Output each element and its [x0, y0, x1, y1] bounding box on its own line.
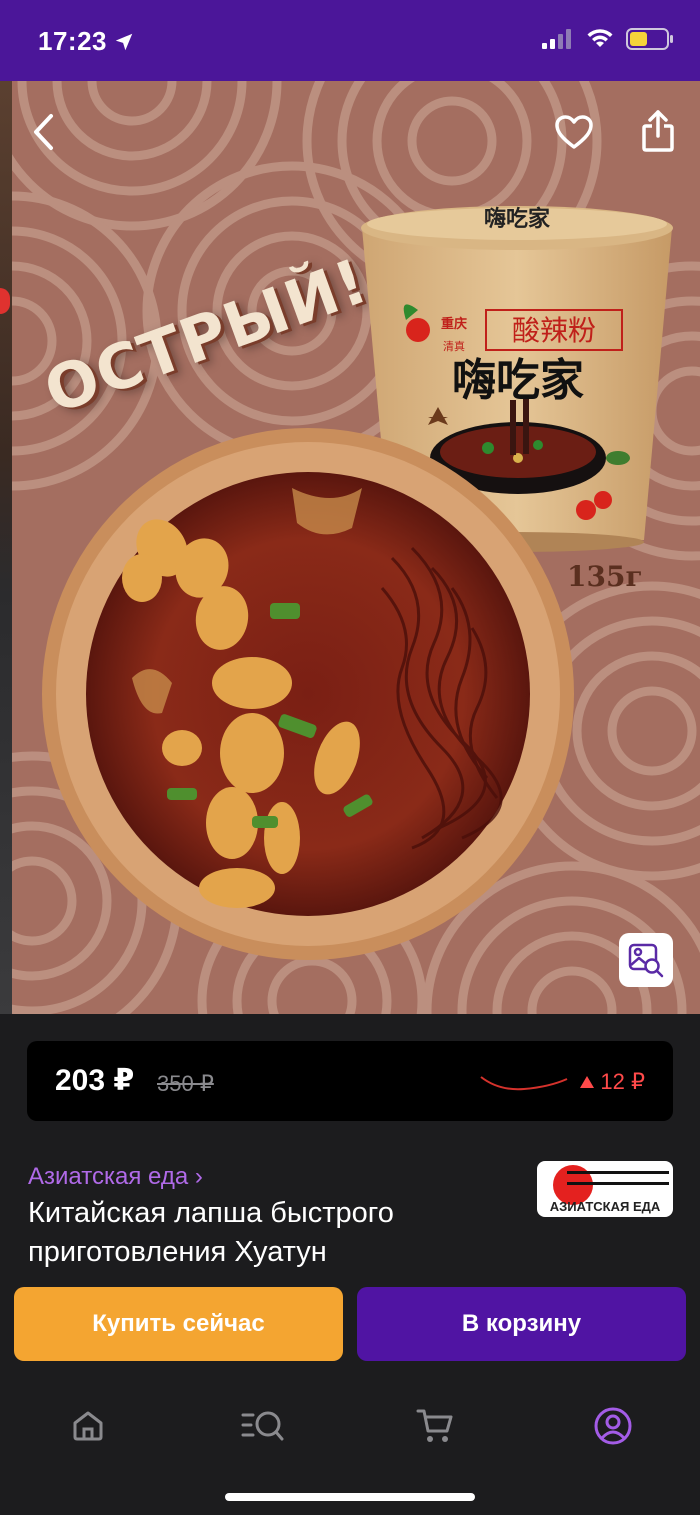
cup-badge: 重庆 [441, 316, 467, 332]
share-button[interactable] [634, 106, 682, 156]
image-search-icon [628, 943, 664, 978]
cup-brand-top: 嗨吃家 [484, 206, 551, 232]
triangle-up-icon [580, 1076, 595, 1088]
back-button[interactable] [22, 110, 66, 154]
add-to-cart-button[interactable]: В корзину [357, 1287, 686, 1361]
price-bar: 203 ₽ 350 ₽ 12 ₽ [27, 1041, 673, 1121]
battery-icon [626, 28, 673, 50]
buy-now-button[interactable]: Купить сейчас [14, 1287, 343, 1361]
cup-type: 酸辣粉 [512, 314, 596, 347]
heart-icon [555, 115, 593, 149]
price-change-value: 12 ₽ [600, 1069, 645, 1094]
brand-logo[interactable]: АЗИАТСКАЯ ЕДА [537, 1161, 673, 1217]
current-price: 203 ₽ [55, 1064, 135, 1097]
package-weight: 135г [567, 560, 643, 593]
back-arrow-icon [34, 114, 53, 150]
status-time: 17:23 [38, 26, 107, 56]
old-price: 350 ₽ [157, 1071, 214, 1096]
product-title: Китайская лапша быстрого приготовления Х… [28, 1197, 394, 1268]
cup-brand-main: 嗨吃家 [452, 355, 584, 406]
tab-cart[interactable] [405, 1396, 465, 1456]
price-change: 12 ₽ [580, 1069, 645, 1095]
previous-image-peek [0, 81, 12, 1014]
favorite-button[interactable] [550, 108, 598, 156]
status-time-group: 17:23 [38, 26, 135, 57]
signal-icon [542, 29, 571, 49]
price-squiggle-mark [480, 1076, 568, 1091]
image-search-button[interactable] [619, 933, 673, 987]
tab-catalog[interactable] [233, 1396, 293, 1456]
wifi-icon [587, 29, 613, 47]
noodle-bowl-image [42, 428, 574, 960]
home-icon [73, 1411, 103, 1441]
action-bar: Купить сейчас В корзину [0, 1276, 700, 1380]
product-screen: 17:23 ОСТРЫЙ! 嗨吃家 重庆 清真 酸辣粉 嗨吃家 135г 203… [0, 0, 700, 1515]
share-icon [642, 110, 674, 152]
brand-logo-chopsticks [567, 1171, 669, 1185]
category-link[interactable]: Азиатская еда › [28, 1163, 203, 1191]
status-indicators [542, 28, 674, 50]
catalog-search-icon [241, 1411, 284, 1441]
tab-home[interactable] [58, 1396, 118, 1456]
cart-icon [416, 1409, 453, 1442]
brand-name: АЗИАТСКАЯ ЕДА [549, 1199, 661, 1214]
location-arrow-icon [115, 33, 133, 50]
cup-badge-sub: 清真 [443, 339, 465, 353]
status-bar: 17:23 [0, 0, 700, 81]
profile-icon [594, 1407, 632, 1445]
home-indicator[interactable] [225, 1493, 475, 1501]
tab-profile[interactable] [583, 1396, 643, 1456]
